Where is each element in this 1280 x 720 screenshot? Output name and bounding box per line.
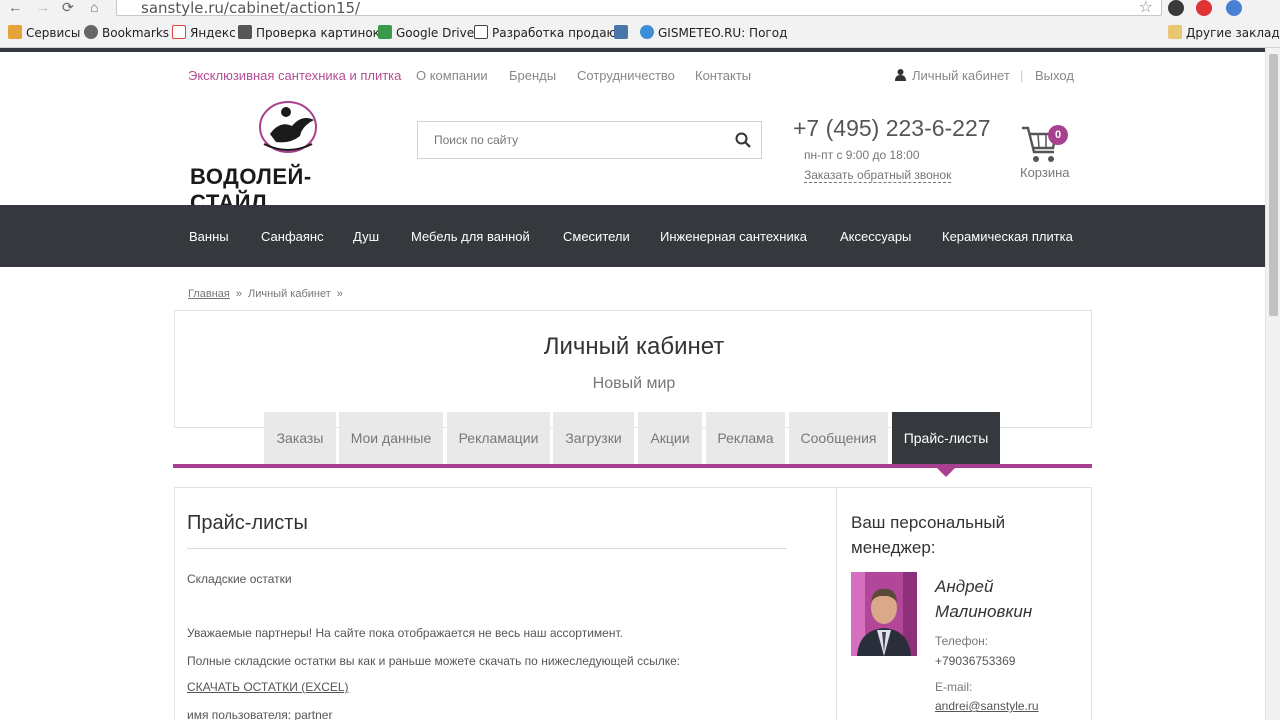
manager-name: Андрей Малиновкин <box>935 577 1033 621</box>
menu-item-sanitary[interactable]: Санфаянс <box>261 229 324 244</box>
breadcrumb-current: Личный кабинет <box>248 288 331 300</box>
menu-item-mixers[interactable]: Смесители <box>563 229 630 244</box>
tab-claims[interactable]: Рекламации <box>447 412 550 464</box>
breadcrumb-separator: » <box>336 288 343 300</box>
manager-email-link[interactable]: andrei@sanstyle.ru <box>935 699 1039 713</box>
user-icon <box>895 68 906 83</box>
phone-number[interactable]: +7 (495) 223-6-227 <box>793 115 991 142</box>
home-icon[interactable]: ⌂ <box>90 0 98 14</box>
address-bar[interactable]: sanstyle.ru/cabinet/action15/ ☆ <box>116 0 1162 17</box>
nav-contacts[interactable]: Контакты <box>695 68 751 83</box>
page-title: Личный кабинет <box>543 333 725 360</box>
logo-emblem-icon <box>259 101 317 153</box>
site-logo[interactable]: ВОДОЛЕЙ-СТАЙЛ <box>190 98 386 215</box>
menu-item-furniture[interactable]: Мебель для ванной <box>411 229 530 244</box>
yandex-icon <box>172 25 186 39</box>
bookmark-google-drive[interactable]: Google Drive <box>378 25 474 40</box>
notice-text: Уважаемые партнеры! На сайте пока отобра… <box>187 626 623 640</box>
tab-promotions[interactable]: Акции <box>638 412 702 464</box>
tab-price-lists[interactable]: Прайс-листы <box>892 412 1000 464</box>
tab-messages[interactable]: Сообщения <box>789 412 888 464</box>
browser-toolbar: ← → ⟳ ⌂ sanstyle.ru/cabinet/action15/ ☆ <box>0 0 1280 18</box>
active-tab-pointer <box>937 468 955 477</box>
tab-my-data[interactable]: Мои данные <box>339 412 443 464</box>
reload-icon[interactable]: ⟳ <box>62 0 74 14</box>
nav-about[interactable]: О компании <box>416 68 488 83</box>
bookmark-yandex[interactable]: Яндекс <box>172 25 236 40</box>
cart-button[interactable]: 0 Корзина <box>1020 122 1072 180</box>
cart-label: Корзина <box>1020 165 1070 180</box>
site-tagline[interactable]: Эксклюзивная сантехника и плитка <box>188 68 401 83</box>
manager-card: Ваш персональный менеджер: Андрей Малино… <box>836 487 1092 720</box>
page-scrollbar[interactable] <box>1265 48 1280 720</box>
adblock-icon[interactable] <box>1196 0 1212 16</box>
stock-heading: Складские остатки <box>187 572 292 586</box>
menu-item-baths[interactable]: Ванны <box>189 229 229 244</box>
logout-link[interactable]: Выход <box>1035 68 1074 83</box>
bookmark-vk[interactable] <box>614 25 632 40</box>
extension-icon[interactable] <box>1168 0 1184 16</box>
username-line: имя пользователя: partner <box>187 708 333 720</box>
code-icon <box>474 25 488 39</box>
working-hours: пн-пт с 9:00 до 18:00 <box>804 148 920 162</box>
star-icon <box>84 25 98 39</box>
forward-arrow-icon[interactable]: → <box>36 0 50 14</box>
bookmark-star-icon[interactable]: ☆ <box>1139 0 1153 17</box>
apps-icon <box>8 25 22 39</box>
manager-phone-label: Телефон: <box>935 634 989 648</box>
nav-brands[interactable]: Бренды <box>509 68 556 83</box>
drop-icon <box>640 25 654 39</box>
download-instructions: Полные складские остатки вы как и раньше… <box>187 654 681 668</box>
folder-icon <box>1168 25 1182 39</box>
nav-cooperation[interactable]: Сотрудничество <box>577 68 675 83</box>
menu-item-tiles[interactable]: Керамическая плитка <box>942 229 1073 244</box>
drive-icon <box>378 25 392 39</box>
manager-photo <box>851 572 917 656</box>
scrollbar-thumb[interactable] <box>1269 54 1278 316</box>
manager-email-label: E-mail: <box>935 680 973 694</box>
bookmark-other[interactable]: Другие закладки <box>1168 25 1280 40</box>
section-title: Прайс-листы <box>187 512 308 534</box>
bookmark-development[interactable]: Разработка продаю <box>474 25 617 40</box>
menu-item-shower[interactable]: Душ <box>353 229 379 244</box>
tab-advertising[interactable]: Реклама <box>706 412 785 464</box>
main-menu: Ванны Санфаянс Душ Мебель для ванной Сме… <box>0 205 1265 267</box>
cabinet-header: Личный кабинет Новый мир <box>174 310 1092 428</box>
manager-phone[interactable]: +79036753369 <box>935 654 1015 668</box>
search-input[interactable] <box>418 122 708 158</box>
bookmark-image-check[interactable]: Проверка картинок <box>238 25 380 40</box>
bookmark-services[interactable]: Сервисы <box>8 25 80 40</box>
extension-icon[interactable] <box>1226 0 1242 16</box>
section-divider <box>187 548 787 549</box>
breadcrumb: Главная » Личный кабинет » <box>188 288 349 300</box>
manager-title: Ваш персональный менеджер: <box>851 513 1006 557</box>
back-arrow-icon[interactable]: ← <box>8 0 22 14</box>
callback-link[interactable]: Заказать обратный звонок <box>804 168 952 183</box>
account-link[interactable]: Личный кабинет <box>912 68 1010 83</box>
bookmark-bookmarks[interactable]: Bookmarks <box>84 25 169 40</box>
breadcrumb-home[interactable]: Главная <box>188 288 230 300</box>
nav-divider: | <box>1020 68 1024 83</box>
page-subtitle: Новый мир <box>592 375 676 392</box>
bookmark-gismeteo[interactable]: GISMETEO.RU: Погод <box>640 25 787 40</box>
download-stock-link[interactable]: СКАЧАТЬ ОСТАТКИ (EXCEL) <box>187 680 349 694</box>
price-lists-panel: Прайс-листы Складские остатки Уважаемые … <box>174 487 836 720</box>
tab-orders[interactable]: Заказы <box>264 412 336 464</box>
address-bar-url: sanstyle.ru/cabinet/action15/ <box>141 0 361 17</box>
site-search <box>417 121 762 159</box>
vk-icon <box>614 25 628 39</box>
image-icon <box>238 25 252 39</box>
menu-item-accessories[interactable]: Аксессуары <box>840 229 911 244</box>
breadcrumb-separator: » <box>235 288 242 300</box>
menu-item-engineering[interactable]: Инженерная сантехника <box>660 229 807 244</box>
top-accent-bar <box>0 48 1265 52</box>
search-icon[interactable] <box>735 132 751 148</box>
cart-count-badge: 0 <box>1048 125 1068 145</box>
bookmarks-bar: Сервисы Bookmarks Яндекс Проверка картин… <box>0 18 1280 48</box>
tab-downloads[interactable]: Загрузки <box>553 412 634 464</box>
